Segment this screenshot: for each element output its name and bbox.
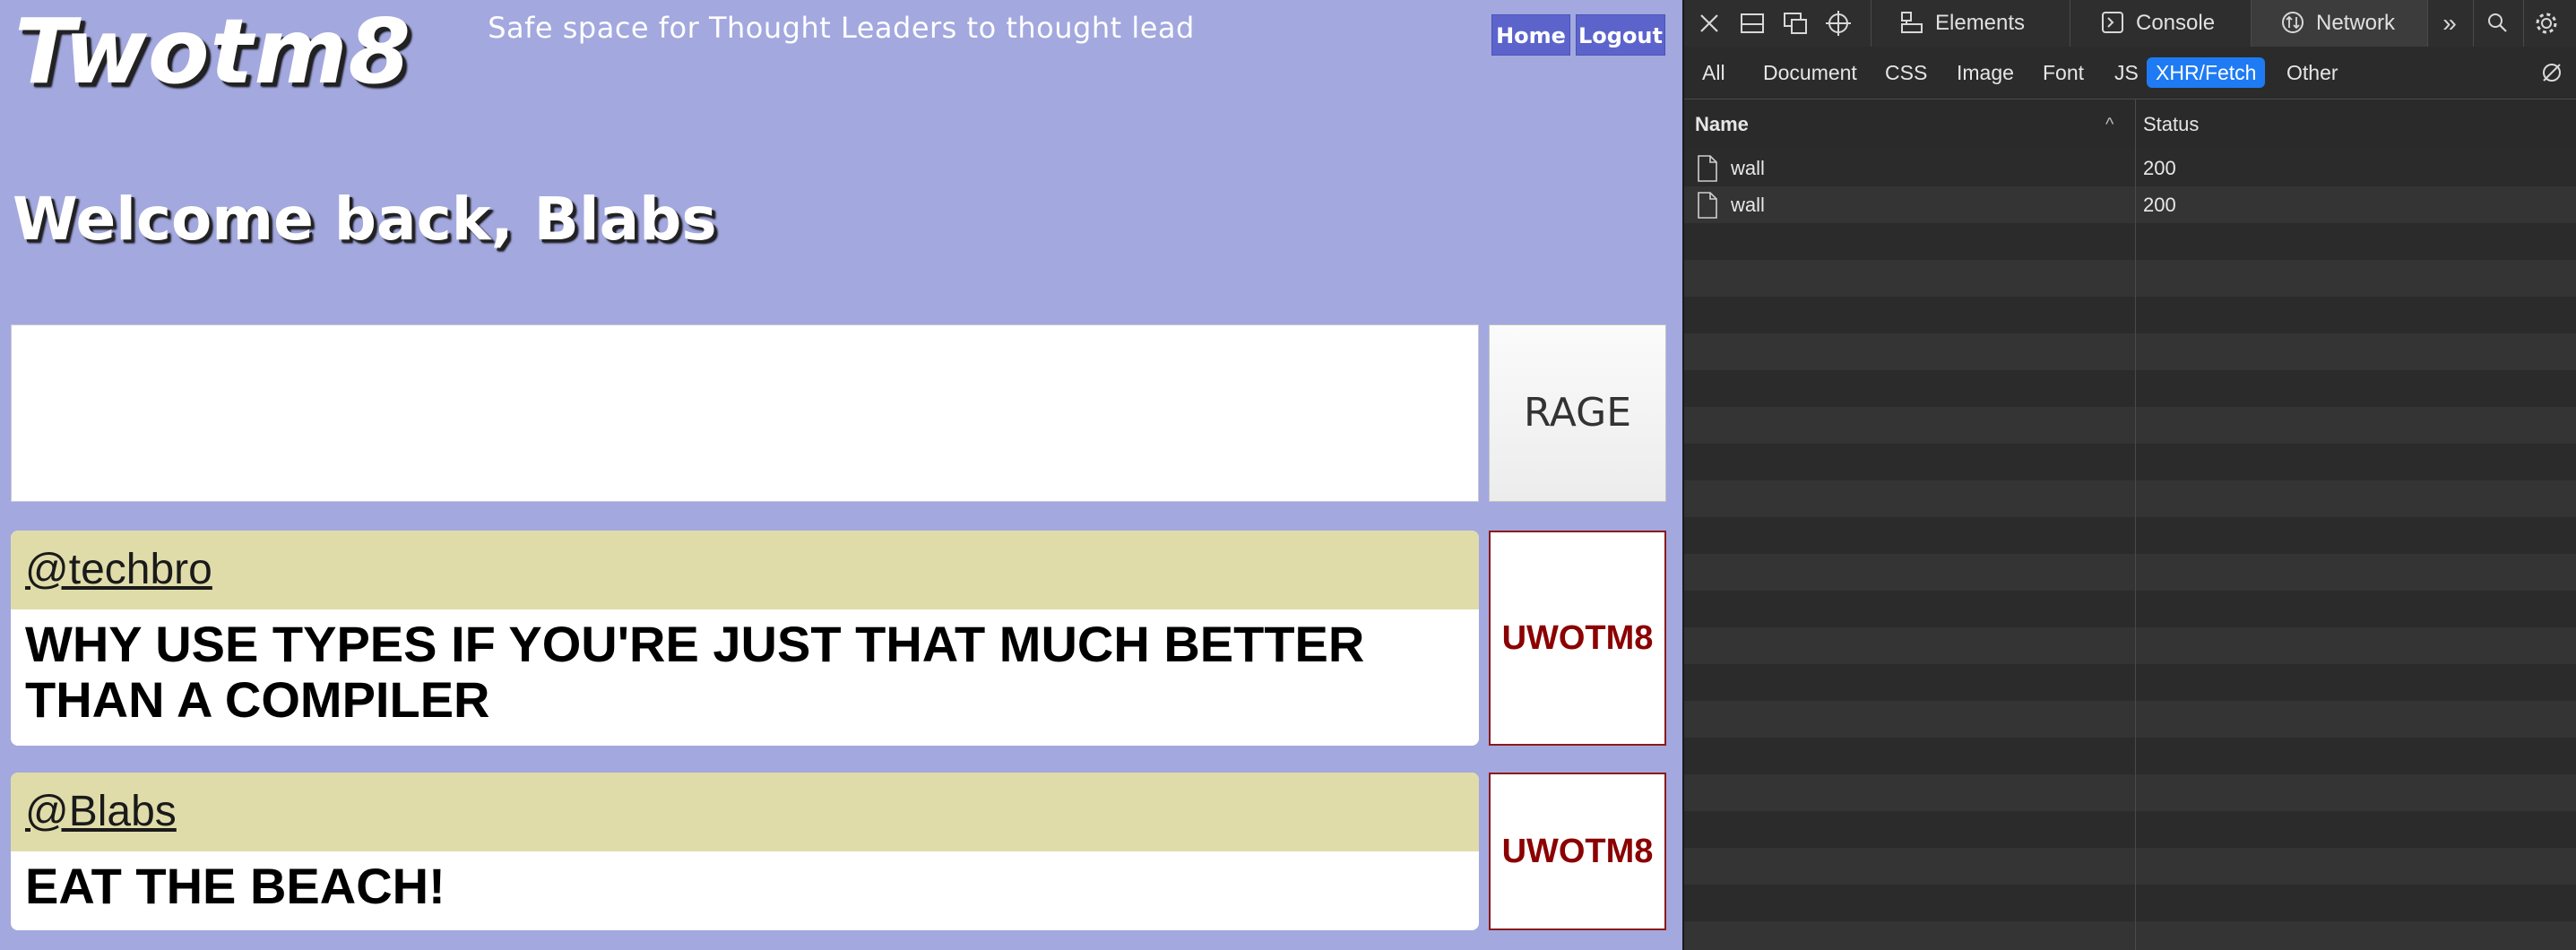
file-icon (1698, 192, 1717, 219)
tab-network[interactable]: Network (2252, 0, 2427, 47)
request-name: wall (1731, 157, 1765, 179)
uwotm8-button[interactable]: UWOTM8 (1489, 773, 1666, 930)
network-table-header: Name ^ Status (1684, 99, 2576, 151)
tab-elements[interactable]: Elements (1871, 0, 2070, 47)
console-icon (2102, 11, 2123, 33)
app-pane: Twotm8 Safe space for Thought Leaders to… (0, 0, 1682, 950)
network-request-row[interactable]: wall 200 (1684, 186, 2576, 223)
filter-image[interactable]: Image (1948, 57, 2023, 88)
gear-icon[interactable] (2532, 9, 2561, 38)
post-author-link[interactable]: @techbro (25, 546, 212, 593)
file-icon (1698, 155, 1717, 182)
sort-ascending-icon[interactable]: ^ (2105, 99, 2114, 150)
dock-bottom-icon[interactable] (1738, 9, 1767, 38)
devtools-panel: Elements Console Network » All Document … (1682, 0, 2576, 950)
device-mode-icon[interactable] (1781, 9, 1810, 38)
post-text: WHY USE TYPES IF YOU'RE JUST THAT MUCH B… (25, 616, 1365, 728)
post-card: @techbro WHY USE TYPES IF YOU'RE JUST TH… (11, 531, 1479, 746)
post-author-link[interactable]: @Blabs (25, 788, 177, 835)
request-status: 200 (2143, 157, 2176, 179)
home-button[interactable]: Home (1491, 14, 1570, 56)
toolbar-divider (2523, 0, 2524, 47)
devtools-toolbar: Elements Console Network » (1684, 0, 2576, 48)
filter-xhr-fetch[interactable]: XHR/Fetch (2147, 57, 2266, 88)
app-tagline: Safe space for Thought Leaders to though… (488, 11, 1195, 45)
post-header: @techbro (11, 531, 1479, 609)
filter-document[interactable]: Document (1754, 57, 1866, 88)
request-name: wall (1731, 194, 1765, 216)
filter-js[interactable]: JS (2105, 57, 2148, 88)
close-icon[interactable] (1695, 9, 1724, 38)
filter-css[interactable]: CSS (1876, 57, 1936, 88)
column-divider[interactable] (2135, 99, 2136, 950)
tab-console[interactable]: Console (2070, 0, 2251, 47)
rage-button[interactable]: RAGE (1489, 324, 1666, 502)
search-icon[interactable] (2484, 9, 2512, 38)
network-request-list: wall 200 wall 200 (1684, 150, 2576, 950)
filter-all[interactable]: All (1693, 57, 1734, 88)
tab-label: Network (2316, 11, 2396, 35)
column-status-header[interactable]: Status (2143, 99, 2199, 150)
post-text: EAT THE BEACH! (25, 858, 445, 914)
inspect-icon[interactable] (1824, 9, 1853, 38)
toolbar-divider (2473, 0, 2474, 47)
tab-label: Elements (1935, 11, 2026, 35)
filter-other[interactable]: Other (2278, 57, 2347, 88)
uwotm8-button[interactable]: UWOTM8 (1489, 531, 1666, 746)
network-request-row[interactable]: wall 200 (1684, 150, 2576, 186)
filter-font[interactable]: Font (2034, 57, 2093, 88)
elements-icon (1901, 11, 1923, 33)
welcome-heading: Welcome back, Blabs (13, 185, 717, 254)
toolbar-divider (2427, 0, 2428, 47)
request-status: 200 (2143, 194, 2176, 216)
network-filter-bar: All Document CSS Image Font JS XHR/Fetch… (1684, 47, 2576, 99)
post-card: @Blabs EAT THE BEACH! (11, 773, 1479, 930)
logout-button[interactable]: Logout (1576, 14, 1665, 56)
more-tabs-icon[interactable]: » (2435, 9, 2464, 38)
tab-label: Console (2136, 11, 2216, 35)
network-icon (2282, 11, 2304, 33)
compose-input[interactable] (11, 324, 1479, 502)
column-name-header[interactable]: Name (1695, 99, 1749, 150)
clear-network-log-icon[interactable] (2537, 58, 2566, 87)
post-header: @Blabs (11, 773, 1479, 851)
